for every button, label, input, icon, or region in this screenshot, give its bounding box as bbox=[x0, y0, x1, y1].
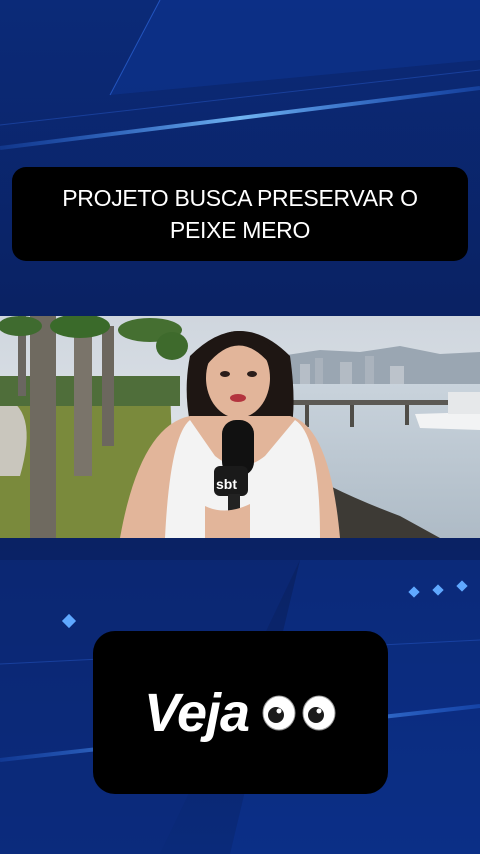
news-video[interactable]: sbt bbox=[0, 316, 480, 538]
mic-logo: sbt bbox=[216, 476, 237, 492]
cta-box[interactable]: Veja bbox=[93, 631, 388, 794]
headline-box: PROJETO BUSCA PRESERVAR O PEIXE MERO bbox=[12, 167, 468, 261]
eye-left-icon bbox=[262, 695, 296, 730]
cta-label: Veja bbox=[143, 682, 250, 743]
video-frame-image bbox=[0, 316, 480, 538]
eyes-icon bbox=[261, 695, 337, 731]
eye-right-icon bbox=[302, 695, 336, 730]
headline-text: PROJETO BUSCA PRESERVAR O PEIXE MERO bbox=[62, 185, 418, 243]
